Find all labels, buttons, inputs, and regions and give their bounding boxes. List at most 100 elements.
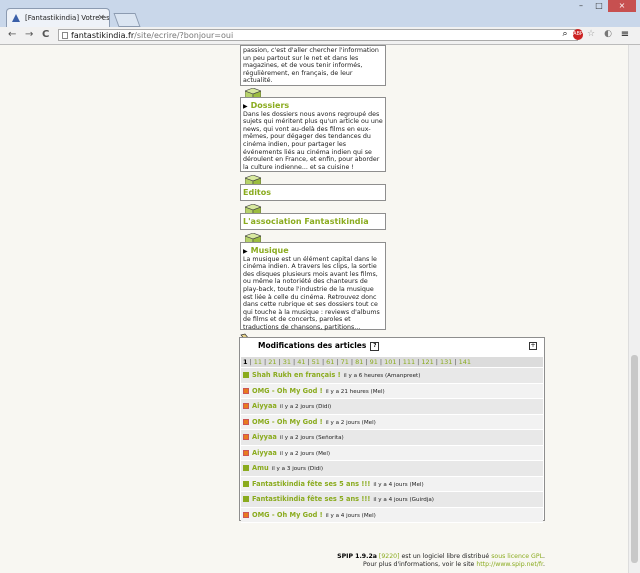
expand-box-icon[interactable]: + (529, 342, 537, 350)
pager-link[interactable]: 31 (283, 358, 291, 366)
pager-link[interactable]: 71 (341, 358, 349, 366)
pager-link[interactable]: 21 (268, 358, 276, 366)
pager-separator: | (278, 358, 281, 366)
article-row: Fantastikindia fête ses 5 ans !!! il y a … (241, 476, 543, 492)
page-icon (62, 32, 68, 39)
section-title-dossiers[interactable]: Dossiers (251, 101, 290, 110)
expand-triangle-icon[interactable]: ▶ (243, 103, 248, 110)
article-title-link[interactable]: OMG - Oh My God ! (252, 387, 323, 395)
section-text: passion, c'est d'aller chercher l'inform… (243, 47, 379, 85)
tab-strip: [Fantastikindia] Votre esp × – □ × (0, 0, 640, 28)
pager-link[interactable]: 51 (312, 358, 320, 366)
article-row: OMG - Oh My God ! il y a 21 heures (Mel) (241, 383, 543, 399)
page-content: passion, c'est d'aller chercher l'inform… (0, 45, 628, 573)
site-favicon-icon (12, 14, 20, 22)
pager-link[interactable]: 141 (459, 358, 471, 366)
article-meta: il y a 4 jours (Guirdja) (373, 497, 434, 503)
article-row: Aiyyaa il y a 2 jours (Mel) (241, 445, 543, 461)
article-title-link[interactable]: Shah Rukh en français ! (252, 371, 341, 379)
bookmark-star-icon[interactable]: ☆ (586, 29, 596, 40)
pager-link[interactable]: 11 (254, 358, 262, 366)
pager-link[interactable]: 61 (326, 358, 334, 366)
pager-link[interactable]: 91 (370, 358, 378, 366)
address-bar[interactable]: fantastikindia.fr/site/ecrire/?bonjour=o… (58, 29, 578, 41)
pager-separator: | (249, 358, 252, 366)
section-text: Dans les dossiers nous avons regroupé de… (243, 110, 383, 171)
proposed-status-icon (243, 418, 249, 425)
article-row: Amu il y a 3 jours (Didi) (241, 461, 543, 477)
article-title-link[interactable]: Aiyyaa (252, 449, 277, 457)
section-title-editos[interactable]: Editos (243, 189, 271, 197)
pager-separator: | (350, 358, 354, 366)
published-status-icon (243, 465, 249, 471)
menu-icon[interactable]: ≡ (620, 29, 630, 40)
reload-button[interactable]: C (42, 29, 49, 41)
pager-link[interactable]: 111 (403, 358, 415, 366)
scrollbar-thumb[interactable] (631, 355, 638, 563)
footer-more-info: Pour plus d'informations, voir le site (363, 561, 477, 568)
zoom-icon[interactable]: ⌕ (560, 29, 570, 40)
article-meta: il y a 3 jours (Didi) (271, 466, 324, 472)
section-musique-box: ▶ Musique La musique est un élément capit… (240, 242, 386, 331)
browser-toolbar: ← → C fantastikindia.fr/site/ecrire/?bon… (0, 27, 640, 45)
article-row: Aiyyaa il y a 2 jours (Señorita) (241, 430, 543, 446)
pager-link[interactable]: 121 (421, 358, 433, 366)
vertical-scrollbar[interactable] (628, 45, 640, 573)
spip-site-link[interactable]: http://www.spip.net/fr (476, 561, 543, 568)
article-row: Shah Rukh en français ! il y a 6 heures (… (241, 368, 543, 384)
pager-link[interactable]: 81 (355, 358, 363, 366)
pagination: 1 | 11 | 21 | 31 | 41 | 51 | 61 | 71 | 81 | 91 | 101 | 111 | 121… (241, 357, 543, 367)
pager-separator: | (321, 358, 325, 366)
proposed-status-icon (243, 403, 249, 409)
pager-separator: | (307, 358, 310, 366)
spip-version: SPIP 1.9.2a (337, 553, 377, 560)
section-title-musique[interactable]: Musique (251, 246, 289, 255)
pager-separator: | (292, 358, 296, 366)
pager-link[interactable]: 131 (440, 358, 452, 366)
adblock-icon[interactable]: ABP (573, 29, 583, 40)
expand-triangle-icon[interactable]: ▶ (243, 248, 248, 255)
article-title-link[interactable]: Amu (252, 464, 269, 472)
help-icon[interactable]: ? (370, 341, 380, 351)
browser-tab[interactable]: [Fantastikindia] Votre esp × (6, 8, 110, 27)
article-title-link[interactable]: Aiyyaa (252, 433, 277, 441)
proposed-status-icon (243, 387, 249, 394)
article-title-link[interactable]: Fantastikindia fête ses 5 ans !!! (252, 495, 370, 503)
spip-revision-link[interactable]: [9220] (379, 553, 400, 560)
section-dossiers-box: ▶ Dossiers Dans les dossiers nous avons r… (240, 97, 386, 172)
close-window-button[interactable]: × (608, 0, 636, 12)
section-title-association[interactable]: L'association Fantastikindia (243, 218, 369, 226)
pager-separator: | (417, 358, 420, 366)
article-meta: il y a 2 jours (Didi) (279, 404, 332, 410)
modifications-list: Shah Rukh en français ! il y a 6 heures (… (241, 368, 543, 523)
article-row: Fantastikindia fête ses 5 ans !!! il y a … (241, 492, 543, 508)
pager-separator: | (398, 358, 401, 366)
pager-separator: | (336, 358, 339, 366)
maximize-button[interactable]: □ (590, 0, 608, 12)
article-meta: il y a 21 heures (Mel) (325, 388, 385, 395)
tab-close-icon[interactable]: × (97, 9, 105, 27)
new-tab-button[interactable] (113, 13, 141, 27)
back-button[interactable]: ← (8, 29, 16, 41)
licence-link[interactable]: sous licence GPL (491, 553, 543, 560)
minimize-button[interactable]: – (572, 0, 590, 12)
section-editos-box[interactable]: Editos (240, 184, 386, 201)
proposed-status-icon (243, 449, 249, 456)
pager-link[interactable]: 41 (297, 358, 305, 366)
pager-separator: | (365, 358, 368, 366)
forward-button[interactable]: → (25, 29, 33, 41)
section-association-box[interactable]: L'association Fantastikindia (240, 213, 386, 230)
article-title-link[interactable]: Fantastikindia fête ses 5 ans !!! (252, 480, 370, 488)
pager-link[interactable]: 101 (384, 358, 396, 366)
pager-separator: | (264, 358, 267, 366)
article-meta: il y a 2 jours (Mel) (279, 450, 331, 457)
published-status-icon (243, 496, 249, 502)
article-title-link[interactable]: Aiyyaa (252, 402, 277, 410)
article-meta: il y a 6 heures (Amanpreet) (343, 373, 421, 379)
footer-text: est un logiciel libre distribué (399, 553, 492, 560)
article-row: OMG - Oh My God ! il y a 4 jours (Mel) (241, 507, 543, 523)
article-meta: il y a 4 jours (Mel) (325, 512, 376, 519)
extension-icon[interactable]: ◐ (603, 29, 613, 40)
article-title-link[interactable]: OMG - Oh My God ! (252, 511, 323, 519)
article-title-link[interactable]: OMG - Oh My God ! (252, 418, 323, 426)
